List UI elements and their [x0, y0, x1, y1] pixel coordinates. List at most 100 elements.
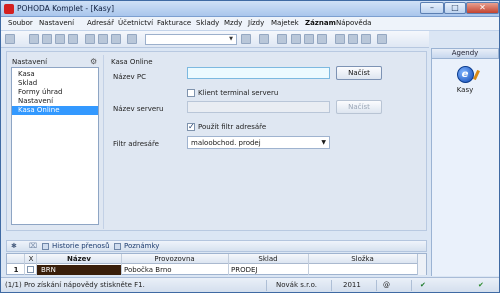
view2-icon[interactable] — [348, 34, 358, 44]
status-hint: (1/1) Pro získání nápovědy stiskněte F1. — [5, 281, 145, 289]
settings-list: Kasa Sklad Formy úhrad Nastavení Kasa On… — [11, 67, 99, 225]
pohoda-logo-icon — [4, 4, 14, 14]
view3-icon[interactable] — [361, 34, 371, 44]
report-icon[interactable] — [317, 34, 327, 44]
notes-icon — [114, 243, 121, 250]
settings-item-kasa-online[interactable]: Kasa Online — [12, 106, 98, 115]
menu-ucetnictvi[interactable]: Účetnictví — [118, 19, 153, 27]
folder-icon[interactable] — [259, 34, 269, 44]
confirm-icon[interactable] — [85, 34, 95, 44]
view1-icon[interactable] — [335, 34, 345, 44]
status-company: Novák s.r.o. — [276, 281, 317, 289]
globe-icon: @ — [383, 281, 390, 289]
server-name-input[interactable] — [187, 101, 330, 113]
status-divider — [411, 280, 412, 291]
settings-icon[interactable] — [377, 34, 387, 44]
title-bar: POHODA Komplet - [Kasy] – □ ✕ — [1, 1, 499, 17]
cancel-icon[interactable] — [98, 34, 108, 44]
settings-item-kasa[interactable]: Kasa — [12, 70, 98, 79]
history-icon — [42, 243, 49, 250]
settings-item-sklad[interactable]: Sklad — [12, 79, 98, 88]
menu-adresar[interactable]: Adresář — [87, 19, 114, 27]
agendy-item-kasy[interactable]: e Kasy — [449, 66, 481, 96]
load-server-button[interactable]: Načíst — [336, 100, 382, 114]
terminal-checkbox[interactable] — [187, 89, 195, 97]
filter-select-value: maloobchod. prodej — [191, 139, 261, 147]
menu-jizdy[interactable]: Jízdy — [248, 19, 264, 27]
tab-notes[interactable]: Poznámky — [124, 242, 159, 250]
cell-nazev[interactable]: BRN — [37, 265, 121, 275]
column-divider — [121, 254, 122, 275]
section-title: Kasa Online — [111, 58, 153, 66]
col-sklad[interactable]: Sklad — [228, 255, 308, 264]
copy-record-icon[interactable] — [55, 34, 65, 44]
cell-provozovna[interactable]: Pobočka Brno — [124, 266, 172, 275]
table-icon[interactable] — [304, 34, 314, 44]
check-icon: ✔ — [478, 281, 484, 289]
quick-search-combo[interactable]: ▼ — [145, 34, 237, 45]
edit-record-icon[interactable] — [42, 34, 52, 44]
menu-napoveda[interactable]: Nápověda — [336, 19, 371, 27]
print-icon[interactable] — [127, 34, 137, 44]
minimize-button[interactable]: – — [420, 2, 444, 14]
status-divider — [331, 280, 332, 291]
menu-mzdy[interactable]: Mzdy — [224, 19, 242, 27]
star-icon[interactable]: ✱ — [11, 242, 17, 250]
tab-history[interactable]: Historie přenosů — [52, 242, 110, 250]
row-number: 1 — [13, 266, 19, 274]
close-button[interactable]: ✕ — [466, 2, 499, 14]
menu-soubor[interactable]: Soubor — [8, 19, 33, 27]
panel-toggle-icon[interactable] — [5, 34, 15, 44]
grid-header: X Název Provozovna Sklad Složka — [7, 254, 426, 264]
maximize-button[interactable]: □ — [444, 2, 466, 14]
cell-sklad[interactable]: PRODEJ — [231, 266, 257, 275]
filter-icon[interactable] — [241, 34, 251, 44]
delete-record-icon[interactable] — [68, 34, 78, 44]
filter-label: Filtr adresáře — [113, 140, 159, 148]
chevron-down-icon: ▼ — [229, 36, 233, 42]
menu-nastaveni[interactable]: Nastavení — [39, 19, 74, 27]
column-divider — [228, 254, 229, 275]
column-divider — [24, 254, 25, 275]
window-title: POHODA Komplet - [Kasy] — [17, 4, 115, 13]
panel-divider — [103, 55, 104, 229]
pin-icon[interactable]: ⌧ — [29, 242, 37, 250]
status-divider — [376, 280, 377, 291]
new-record-icon[interactable] — [29, 34, 39, 44]
menu-sklady[interactable]: Sklady — [196, 19, 219, 27]
chevron-down-icon: ▼ — [321, 139, 326, 146]
save-icon[interactable] — [111, 34, 121, 44]
menu-bar: Soubor Nastavení Adresář Účetnictví Fakt… — [1, 17, 499, 31]
filter-select[interactable]: maloobchod. prodej ▼ — [187, 136, 330, 149]
column-divider — [308, 254, 309, 275]
agendy-header: Agendy — [431, 48, 499, 59]
calendar-icon[interactable] — [291, 34, 301, 44]
gear-icon[interactable]: ⚙ — [90, 57, 97, 66]
menu-majetek[interactable]: Majetek — [271, 19, 299, 27]
status-divider — [266, 280, 267, 291]
menu-zaznam[interactable]: Záznam — [305, 19, 336, 27]
refresh-icon[interactable] — [277, 34, 287, 44]
toolbar: ▼ — [1, 31, 429, 48]
menu-fakturace[interactable]: Fakturace — [157, 19, 191, 27]
use-filter-checkbox[interactable] — [187, 122, 195, 131]
settings-item-nastaveni[interactable]: Nastavení — [12, 97, 98, 106]
status-bar: (1/1) Pro získání nápovědy stiskněte F1.… — [1, 277, 499, 292]
use-filter-label: Použít filtr adresáře — [198, 123, 267, 131]
grid-scrollbar[interactable] — [417, 254, 426, 275]
col-provozovna[interactable]: Provozovna — [121, 255, 228, 264]
col-nazev[interactable]: Název — [37, 255, 121, 264]
pc-name-input[interactable] — [187, 67, 330, 79]
settings-header: Nastavení — [12, 58, 48, 66]
pen-icon — [473, 69, 480, 81]
bottom-tab-bar: ✱ ⌧ Historie přenosů Poznámky — [6, 240, 427, 252]
terminal-label: Klient terminal serveru — [198, 89, 279, 97]
settings-item-formy-uhrad[interactable]: Formy úhrad — [12, 88, 98, 97]
row-checkbox[interactable] — [27, 266, 34, 273]
col-slozka[interactable]: Složka — [308, 255, 417, 264]
server-name-label: Název serveru — [113, 105, 164, 113]
kasy-icon: e — [456, 66, 474, 83]
load-button[interactable]: Načíst — [336, 66, 382, 80]
app-window: POHODA Komplet - [Kasy] – □ ✕ Soubor Nas… — [0, 0, 500, 293]
agendy-item-label: Kasy — [456, 86, 474, 94]
